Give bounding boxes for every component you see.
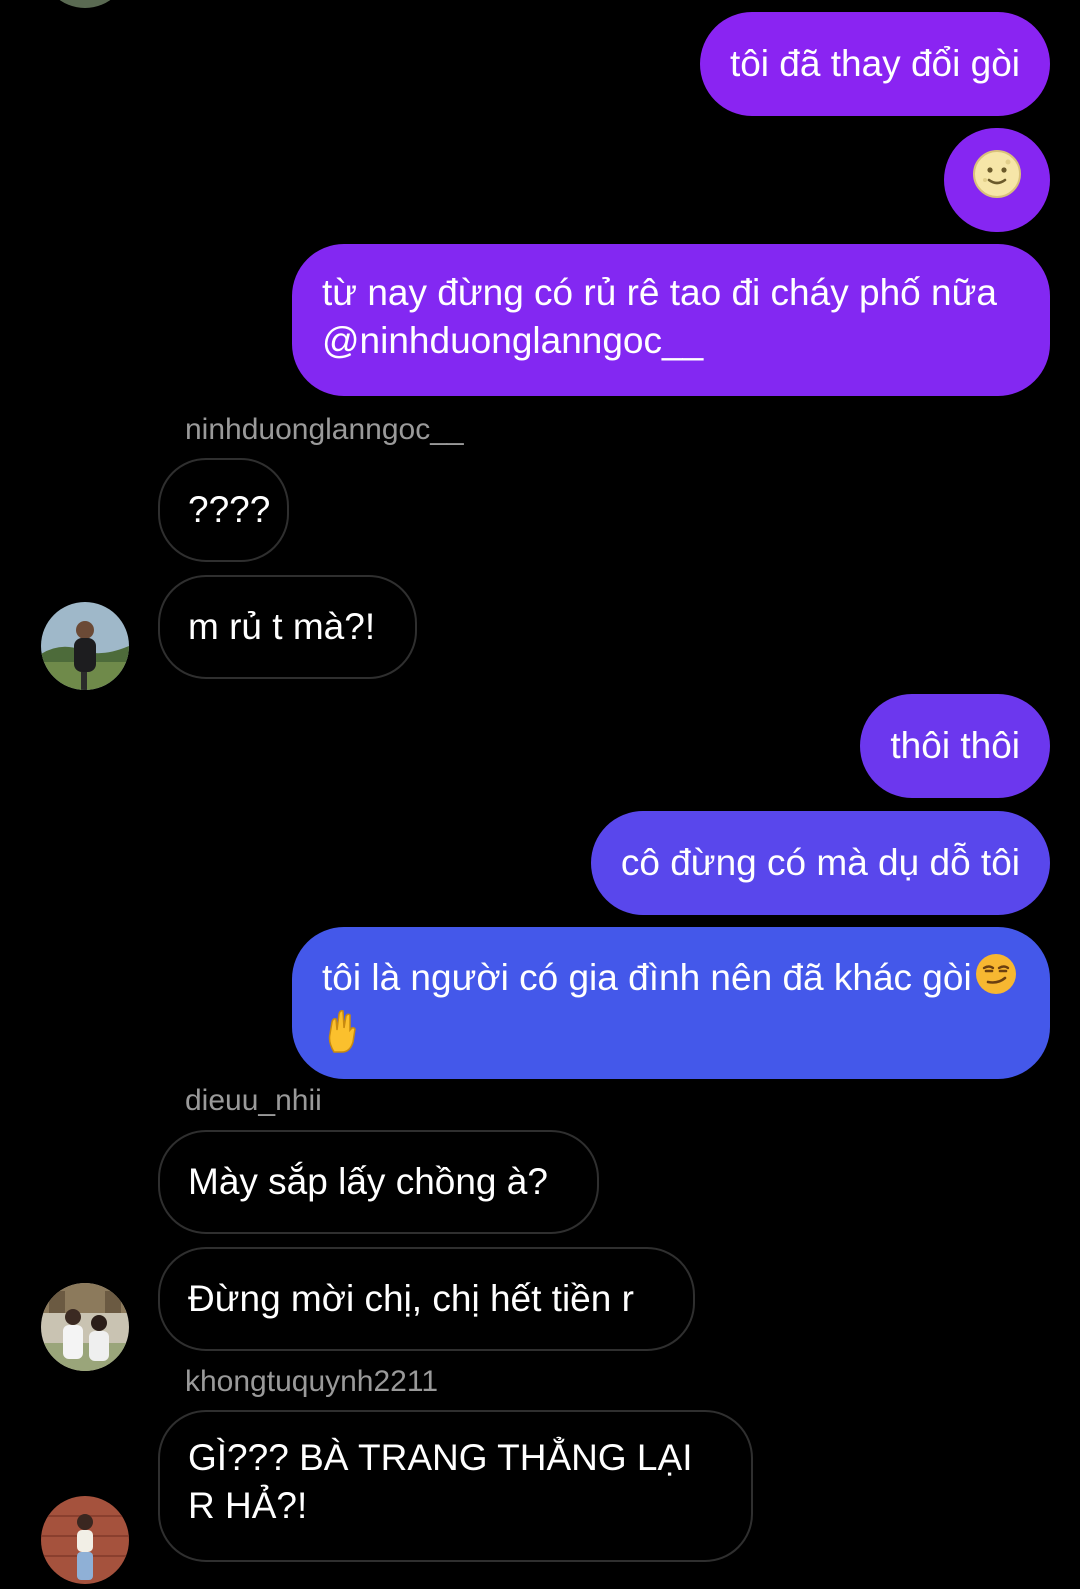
message-text: ???? bbox=[188, 489, 271, 530]
message-text: tôi đã thay đổi gòi bbox=[729, 43, 1020, 84]
outgoing-message[interactable]: từ nay đừng có rủ rê tao đi cháy phố nữa… bbox=[292, 244, 1050, 396]
message-text: Mày sắp lấy chồng à? bbox=[188, 1161, 548, 1202]
message-text: Đừng mời chị, chị hết tiền r bbox=[188, 1278, 634, 1319]
incoming-message[interactable]: Mày sắp lấy chồng à? bbox=[158, 1130, 599, 1234]
outgoing-message[interactable] bbox=[944, 128, 1050, 232]
sender-name: dieuu_nhii bbox=[185, 1084, 322, 1117]
sender-name: ninhduonglanngoc__ bbox=[185, 413, 464, 446]
pinching-hand-icon bbox=[322, 1008, 362, 1066]
smirking-face-icon bbox=[974, 952, 1018, 1008]
message-text: GÌ??? BÀ TRANG THẲNG LẠI R HẢ?! bbox=[188, 1437, 693, 1526]
outgoing-message[interactable]: tôi là người có gia đình nên đã khác gòi bbox=[292, 927, 1050, 1079]
message-text: từ nay đừng có rủ rê tao đi cháy phố nữa… bbox=[322, 272, 997, 361]
outgoing-message[interactable]: cô đừng có mà dụ dỗ tôi bbox=[590, 811, 1050, 915]
outgoing-message[interactable]: tôi đã thay đổi gòi bbox=[699, 12, 1050, 116]
avatar[interactable] bbox=[41, 602, 129, 690]
message-text: cô đừng có mà dụ dỗ tôi bbox=[620, 842, 1020, 883]
avatar[interactable] bbox=[41, 1496, 129, 1584]
chat-thread[interactable]: tôi đã thay đổi gòi từ nay đừng có rủ rê… bbox=[0, 0, 1080, 1589]
avatar[interactable] bbox=[41, 0, 129, 8]
incoming-message[interactable]: Đừng mời chị, chị hết tiền r bbox=[158, 1247, 695, 1351]
message-text: m rủ t mà?! bbox=[188, 606, 376, 647]
incoming-message[interactable]: GÌ??? BÀ TRANG THẲNG LẠI R HẢ?! bbox=[158, 1410, 753, 1562]
message-text: thôi thôi bbox=[890, 725, 1020, 766]
message-text: tôi là người có gia đình nên đã khác gòi bbox=[322, 956, 972, 998]
incoming-message[interactable]: ???? bbox=[158, 458, 289, 562]
avatar[interactable] bbox=[41, 1283, 129, 1371]
sender-name: khongtuquynh2211 bbox=[185, 1365, 439, 1398]
slightly-smiling-moon-face-icon bbox=[973, 150, 1021, 210]
incoming-message[interactable]: m rủ t mà?! bbox=[158, 575, 417, 679]
outgoing-message[interactable]: thôi thôi bbox=[860, 694, 1050, 798]
